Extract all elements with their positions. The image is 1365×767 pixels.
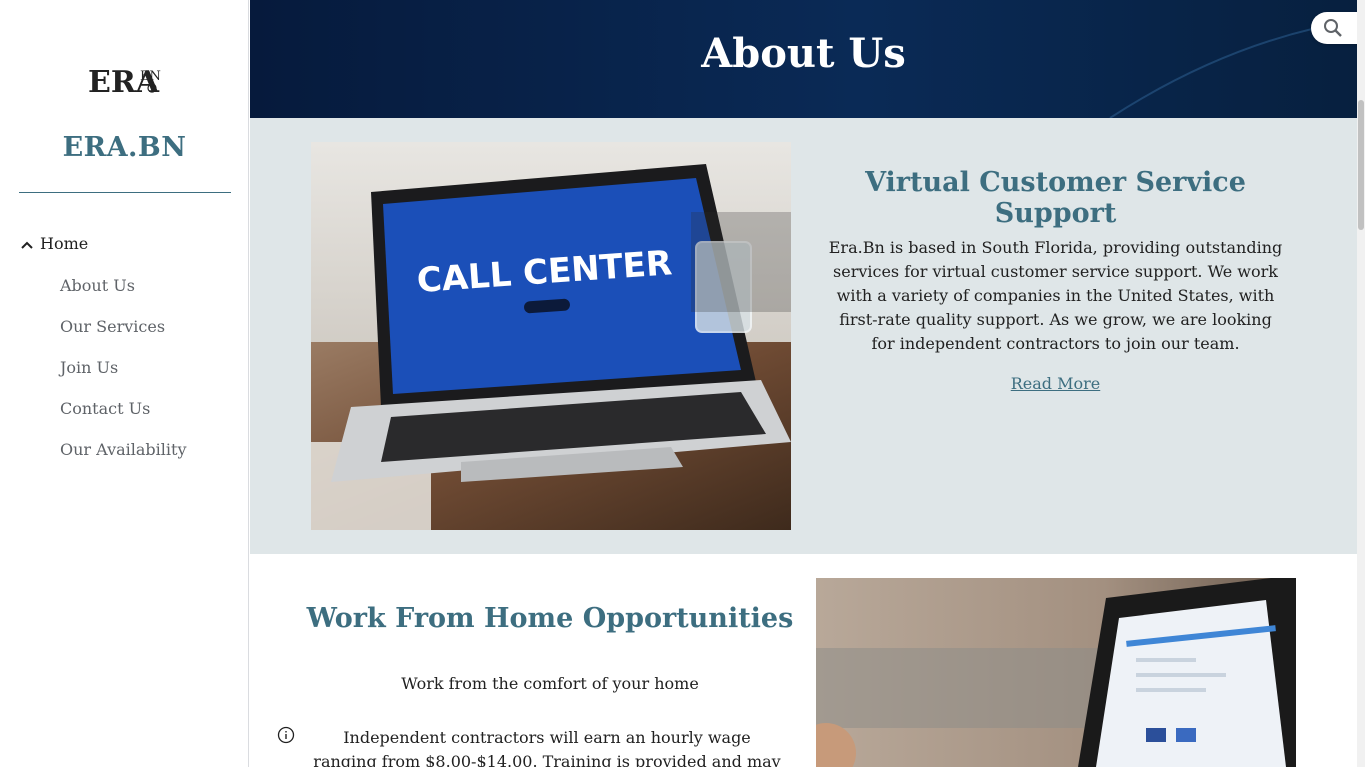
sidebar-item-home[interactable]: Home	[20, 234, 88, 253]
page-header: About Us	[250, 0, 1357, 118]
page-scrollbar[interactable]	[1357, 0, 1365, 767]
site-title[interactable]: ERA.BN	[0, 132, 249, 163]
sidebar-item-contact-us[interactable]: Contact Us	[60, 399, 150, 418]
call-center-laptop-image: CALL CENTER	[311, 142, 791, 530]
sidebar-item-our-availability[interactable]: Our Availability	[60, 440, 186, 459]
work-from-home-laptop-image	[816, 578, 1296, 767]
scrollbar-thumb[interactable]	[1358, 100, 1364, 230]
section-heading: Work From Home Opportunities	[306, 603, 794, 634]
section-body-text: Independent contractors will earn an hou…	[313, 728, 781, 767]
section-work-from-home: Work From Home Opportunities Work from t…	[250, 554, 1357, 767]
search-icon[interactable]	[1323, 18, 1343, 38]
chevron-up-icon[interactable]	[20, 237, 34, 251]
section-body-text: Era.Bn is based in South Florida, provid…	[828, 238, 1283, 353]
sidebar-item-our-services[interactable]: Our Services	[60, 317, 165, 336]
sidebar-divider	[19, 192, 231, 193]
sidebar: ERA BN ERA.BN Home About Us Our Services…	[0, 0, 249, 767]
sidebar-item-join-us[interactable]: Join Us	[60, 358, 118, 377]
sidebar-item-about-us[interactable]: About Us	[60, 276, 135, 295]
read-more-link[interactable]: Read More	[828, 374, 1283, 393]
info-icon	[277, 726, 295, 744]
logo-sup-text: BN	[140, 69, 161, 84]
section-subtext: Work from the comfort of your home	[401, 674, 699, 693]
site-logo[interactable]: ERA BN	[86, 58, 166, 102]
sidebar-item-label: Home	[40, 234, 89, 253]
section-heading: Virtual Customer Service Support	[865, 167, 1246, 229]
section-virtual-support: CALL CENTER Virtual Customer Service Sup…	[250, 118, 1357, 554]
page-title: About Us	[701, 30, 906, 77]
